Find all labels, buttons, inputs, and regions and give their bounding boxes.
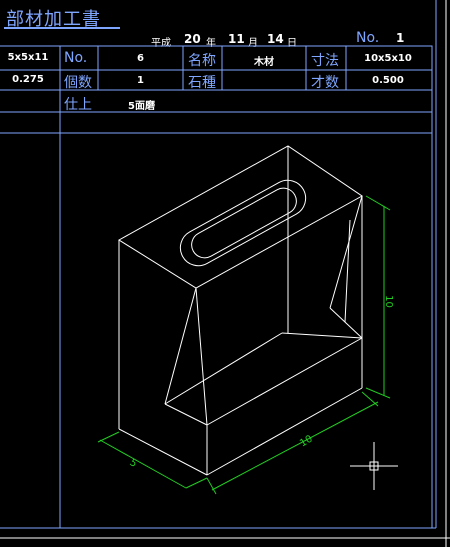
dimension-lines [97,195,391,495]
left-dim-cell: 5x5x11 [7,52,49,63]
block-isometric [118,145,363,476]
volume-value: 0.500 [372,75,404,86]
left-val-cell: 0.275 [12,74,44,85]
crosshair-cursor-icon [350,442,398,490]
name-label: 名称 [188,53,216,69]
qty-label: 個数 [64,75,92,91]
outer-frame [0,45,433,529]
height-dim-text: 10 [382,295,394,308]
size-label: 寸法 [311,53,339,69]
size-value: 10x5x10 [364,53,412,64]
finish-value: 5面磨 [128,101,155,112]
finish-label: 仕上 [64,97,92,113]
stone-label: 石種 [188,75,216,91]
no-label: No. [64,50,88,66]
volume-label: 才数 [311,75,339,91]
name-value: 木材 [254,57,274,68]
no-value: 6 [137,53,144,64]
qty-value: 1 [137,75,144,86]
